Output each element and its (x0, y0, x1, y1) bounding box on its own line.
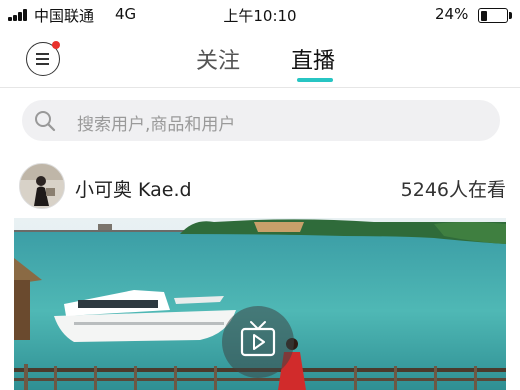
streamer-name[interactable]: 小可奥 Kae.d (75, 175, 192, 202)
battery-cap (509, 12, 512, 19)
tab-live[interactable]: 直播 (291, 43, 335, 75)
search-icon (35, 111, 56, 132)
battery-icon (478, 8, 508, 23)
live-card-header[interactable]: 小可奥 Kae.d 5246人在看 (0, 160, 520, 214)
avatar[interactable] (19, 163, 65, 209)
search-input[interactable]: 搜索用户,商品和用户 (22, 100, 500, 141)
active-tab-indicator (297, 78, 333, 82)
status-bar: 中国联通 4G 上午10:10 24% (0, 0, 520, 30)
tv-play-icon[interactable] (222, 306, 294, 378)
viewer-count: 5246人在看 (400, 179, 506, 201)
battery-level (480, 10, 487, 21)
notification-dot (52, 41, 60, 49)
top-nav: 关注 直播 (0, 30, 520, 88)
search-placeholder: 搜索用户,商品和用户 (77, 115, 236, 135)
tab-follow[interactable]: 关注 (196, 43, 240, 75)
battery-percent: 24% (435, 5, 469, 23)
